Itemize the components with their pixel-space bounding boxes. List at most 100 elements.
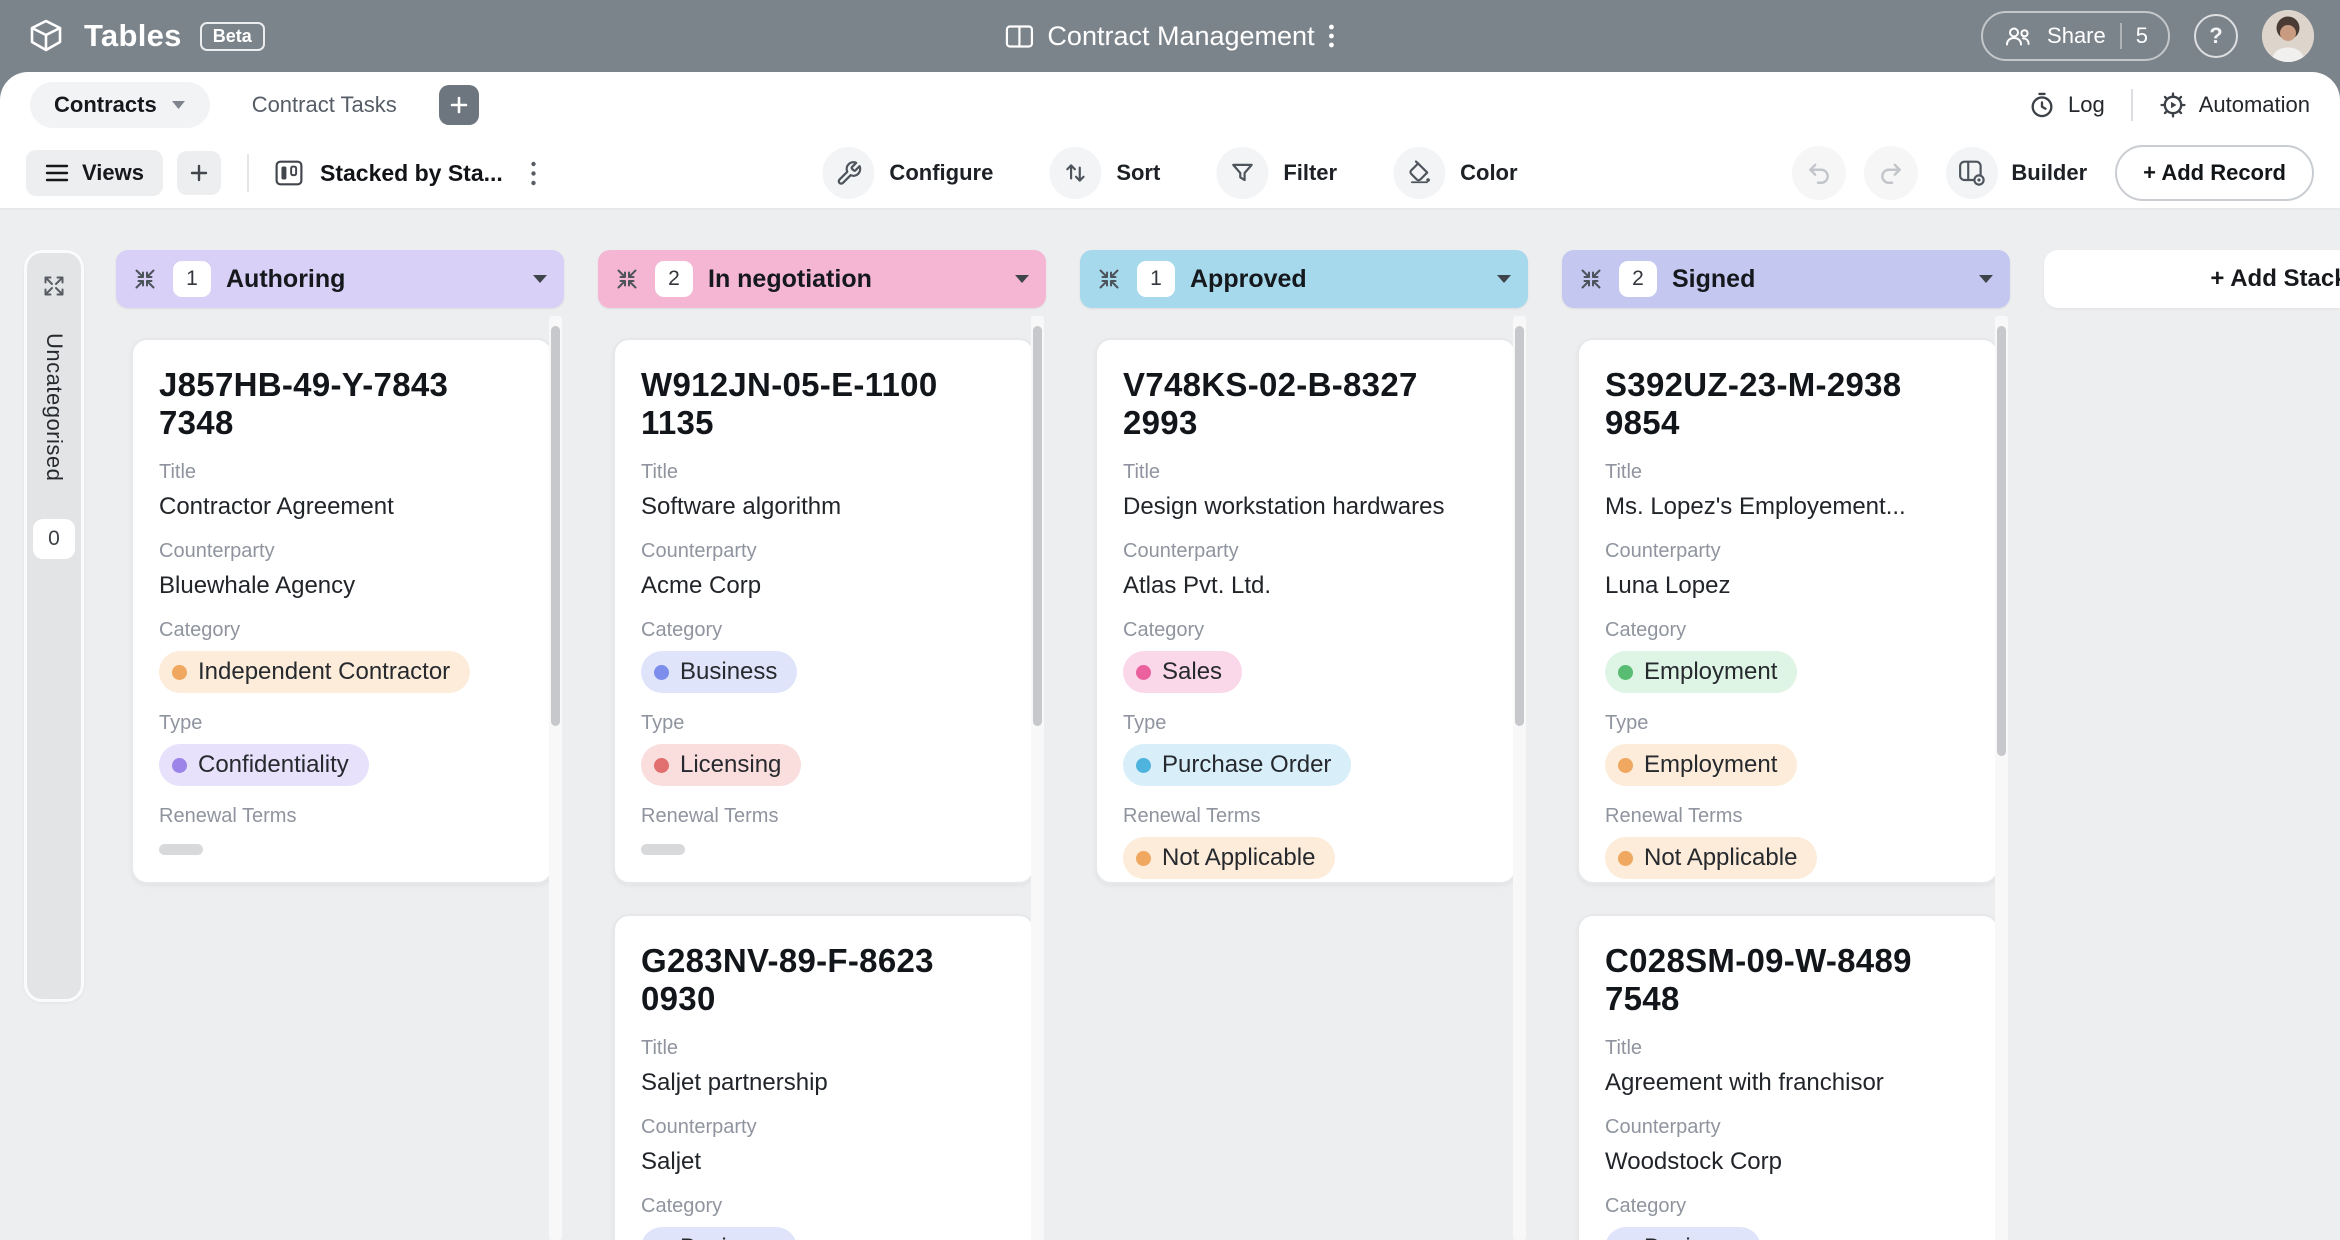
chip-dot xyxy=(172,665,187,680)
uncategorized-stack[interactable]: Uncategorised 0 xyxy=(24,250,84,1002)
field-label: Counterparty xyxy=(1123,540,1489,563)
automation-gear-icon xyxy=(2159,91,2187,119)
add-table-button[interactable] xyxy=(439,85,479,125)
workspace-title-group[interactable]: Contract Management xyxy=(1004,0,1335,72)
stack-scrollbar[interactable] xyxy=(1995,316,2008,1240)
add-record-button[interactable]: + Add Record xyxy=(2115,145,2314,201)
app-root: Tables Beta Contract Management xyxy=(0,0,2340,1240)
views-button[interactable]: Views xyxy=(26,150,163,196)
stack-header-approved[interactable]: 1 Approved xyxy=(1080,250,1528,308)
share-count-badge: 5 xyxy=(2136,23,2148,49)
record-card[interactable]: G283NV-89-F-8623 0930 Title Saljet partn… xyxy=(613,914,1035,1240)
tab-contracts[interactable]: Contracts xyxy=(30,82,210,128)
view-name-label: Stacked by Sta... xyxy=(320,160,503,187)
tab-contract-tasks[interactable]: Contract Tasks xyxy=(252,92,397,118)
view-kebab-icon[interactable] xyxy=(530,160,537,187)
workspace-kebab-icon[interactable] xyxy=(1328,21,1336,51)
share-button[interactable]: Share 5 xyxy=(1981,11,2170,61)
automation-button[interactable]: Automation xyxy=(2159,91,2310,119)
chip-dot xyxy=(654,665,669,680)
funnel-icon xyxy=(1216,147,1268,199)
record-card[interactable]: C028SM-09-W-8489 7548 Title Agreement wi… xyxy=(1577,914,1999,1240)
field-value: Acme Corp xyxy=(641,572,1007,600)
workspace-title: Contract Management xyxy=(1047,21,1314,52)
log-button[interactable]: Log xyxy=(2028,91,2105,119)
category-chip: Business xyxy=(1605,1227,1761,1240)
share-label: Share xyxy=(2047,23,2106,49)
stack-scrollbar[interactable] xyxy=(549,316,562,1240)
view-toolbar: Views Stacked by Sta... xyxy=(0,138,2340,210)
color-button[interactable]: Color xyxy=(1393,147,1517,199)
chip-dot xyxy=(172,758,187,773)
add-stack-button[interactable]: + Add Stack xyxy=(2044,250,2340,308)
builder-button[interactable]: Builder xyxy=(1946,147,2087,199)
stack-count-badge: 1 xyxy=(1137,261,1175,297)
stack-header-in-negotiation[interactable]: 2 In negotiation xyxy=(598,250,1046,308)
stack-name: Approved xyxy=(1190,265,1307,294)
sort-button[interactable]: Sort xyxy=(1049,147,1160,199)
stack-name: Signed xyxy=(1672,265,1755,294)
field-value: Woodstock Corp xyxy=(1605,1148,1971,1176)
stack-header-signed[interactable]: 2 Signed xyxy=(1562,250,2010,308)
uncategorized-count-badge: 0 xyxy=(33,519,75,559)
caret-down-icon[interactable] xyxy=(1014,274,1030,284)
stack-header-authoring[interactable]: 1 Authoring xyxy=(116,250,564,308)
beta-badge: Beta xyxy=(200,22,265,51)
collapse-icon[interactable] xyxy=(132,266,158,292)
expand-icon[interactable] xyxy=(41,273,67,299)
kanban-board: Uncategorised 0 1 Authoring xyxy=(0,210,2340,1240)
empty-value-placeholder xyxy=(159,844,203,855)
filter-button[interactable]: Filter xyxy=(1216,147,1337,199)
kanban-view-icon xyxy=(275,160,303,186)
scrollbar-thumb[interactable] xyxy=(1033,326,1042,726)
scrollbar-thumb[interactable] xyxy=(551,326,560,726)
caret-down-icon[interactable] xyxy=(1978,274,1994,284)
avatar[interactable] xyxy=(2262,10,2314,62)
chip-dot xyxy=(654,758,669,773)
field-value: Design workstation hardwares xyxy=(1123,493,1489,521)
field-label: Title xyxy=(1605,461,1971,484)
current-view[interactable]: Stacked by Sta... xyxy=(275,160,537,187)
collapse-icon[interactable] xyxy=(614,266,640,292)
record-card[interactable]: J857HB-49-Y-7843 7348 Title Contractor A… xyxy=(131,338,553,884)
people-icon xyxy=(2003,25,2033,47)
stack-body: S392UZ-23-M-2938 9854 Title Ms. Lopez's … xyxy=(1562,308,2010,1240)
field-value: Atlas Pvt. Ltd. xyxy=(1123,572,1489,600)
builder-label: Builder xyxy=(2011,160,2087,186)
wrench-icon xyxy=(822,147,874,199)
caret-down-icon[interactable] xyxy=(532,274,548,284)
record-card[interactable]: V748KS-02-B-8327 2993 Title Design works… xyxy=(1095,338,1517,884)
add-view-button[interactable] xyxy=(177,151,221,195)
help-icon[interactable]: ? xyxy=(2194,14,2238,58)
stack-scrollbar[interactable] xyxy=(1513,316,1526,1240)
undo-button[interactable] xyxy=(1792,146,1846,200)
category-chip: Employment xyxy=(1605,651,1797,693)
views-label: Views xyxy=(82,160,144,186)
stack-scrollbar[interactable] xyxy=(1031,316,1044,1240)
history-clock-icon xyxy=(2028,91,2056,119)
divider xyxy=(2131,89,2133,121)
top-bar-left: Tables Beta xyxy=(26,16,265,56)
collapse-icon[interactable] xyxy=(1096,266,1122,292)
record-card[interactable]: W912JN-05-E-1100 1135 Title Software alg… xyxy=(613,338,1035,884)
caret-down-icon[interactable] xyxy=(1496,274,1512,284)
renewal-chip: Not Applicable xyxy=(1123,837,1335,879)
scrollbar-thumb[interactable] xyxy=(1997,326,2006,756)
field-value: Bluewhale Agency xyxy=(159,572,525,600)
paint-bucket-icon xyxy=(1393,147,1445,199)
stack-count-badge: 1 xyxy=(173,261,211,297)
top-bar: Tables Beta Contract Management xyxy=(0,0,2340,72)
field-value: Software algorithm xyxy=(641,493,1007,521)
record-card[interactable]: S392UZ-23-M-2938 9854 Title Ms. Lopez's … xyxy=(1577,338,1999,884)
collapse-icon[interactable] xyxy=(1578,266,1604,292)
app-logo-cube-icon[interactable] xyxy=(26,16,66,56)
record-id: G283NV-89-F-8623 0930 xyxy=(641,942,1007,1018)
scrollbar-thumb[interactable] xyxy=(1515,326,1524,726)
sort-label: Sort xyxy=(1116,160,1160,186)
log-label: Log xyxy=(2068,92,2105,118)
redo-button[interactable] xyxy=(1864,146,1918,200)
chip-dot xyxy=(1136,665,1151,680)
table-tabs-bar: Contracts Contract Tasks xyxy=(0,72,2340,138)
field-label: Title xyxy=(159,461,525,484)
configure-button[interactable]: Configure xyxy=(822,147,993,199)
